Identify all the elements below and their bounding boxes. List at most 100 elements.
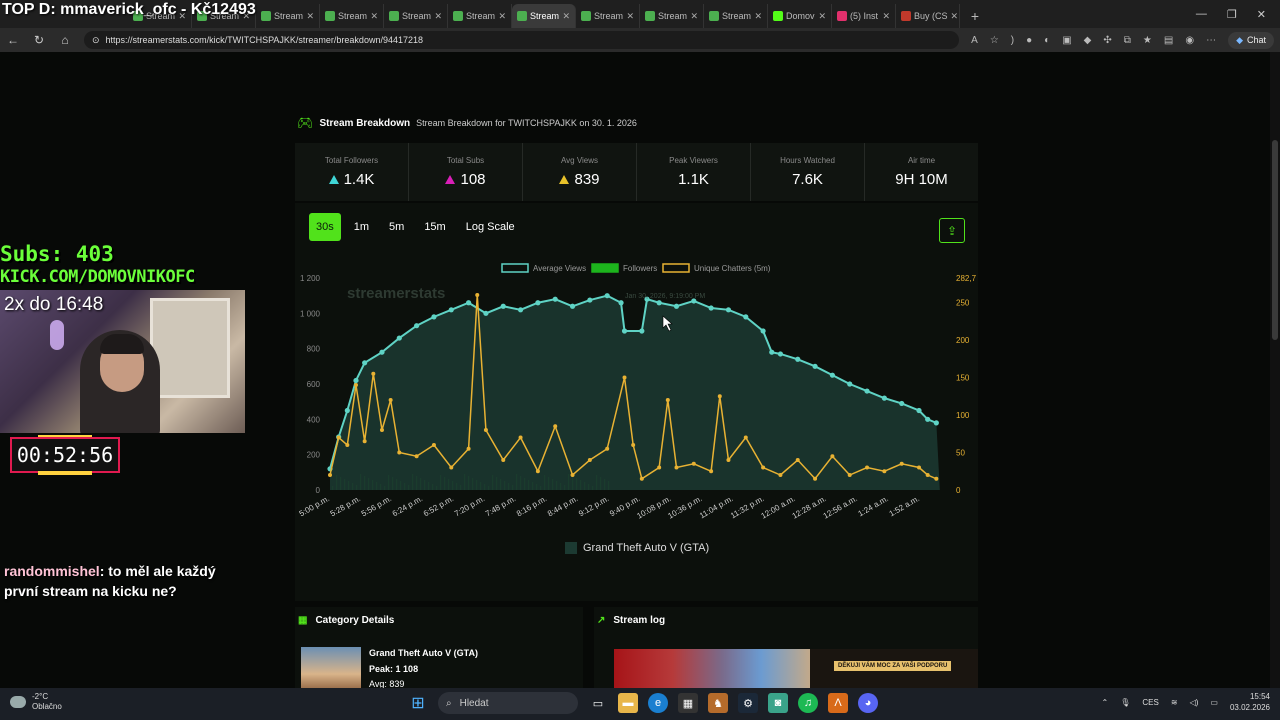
tab-close-icon[interactable]: ✕ [562, 11, 570, 22]
stream-log-banner[interactable] [614, 649, 810, 688]
category-legend[interactable]: Grand Theft Auto V (GTA) [565, 542, 709, 554]
windows-start-icon[interactable]: ⊞ [408, 693, 428, 713]
more-menu-icon[interactable]: ⋯ [1206, 35, 1216, 46]
browser-tab[interactable]: Stream ✕ [704, 4, 768, 28]
extension-icon[interactable]: ● [1026, 35, 1032, 46]
weather-desc: Oblačno [32, 702, 62, 711]
site-info-icon[interactable]: ⊙ [92, 35, 100, 46]
weather-temp: -2°C [32, 692, 49, 701]
collections-icon[interactable]: ▤ [1164, 35, 1173, 46]
extensions-puzzle-icon[interactable]: ✣ [1103, 35, 1111, 46]
app-icon[interactable]: ♞ [708, 693, 728, 713]
home-icon[interactable]: ⌂ [58, 33, 72, 47]
x-tick: 8:16 p.m. [515, 494, 548, 518]
refresh-icon[interactable]: ↻ [32, 33, 46, 47]
task-view-icon[interactable]: ▭ [588, 693, 608, 713]
time-button-log-scale[interactable]: Log Scale [459, 213, 522, 241]
webcam-overlay: 2x do 16:48 [0, 290, 245, 433]
tab-close-icon[interactable]: ✕ [626, 11, 634, 22]
language-indicator[interactable]: CES [1142, 698, 1158, 707]
tab-close-icon[interactable]: ✕ [690, 11, 698, 22]
discord-icon[interactable]: ◕ [858, 693, 878, 713]
app-icon[interactable]: ◙ [768, 693, 788, 713]
triangle-up-icon [559, 175, 570, 184]
views-point [353, 377, 359, 384]
extension-icon[interactable]: ◐ [1044, 35, 1050, 46]
browser-tab[interactable]: Stream ✕ [320, 4, 384, 28]
stat-card: Total Subs 108 [409, 143, 523, 201]
app-icon[interactable]: Λ [828, 693, 848, 713]
extension-icon[interactable]: ◆ [1084, 35, 1092, 46]
chatters-point [553, 424, 558, 429]
game-name[interactable]: Grand Theft Auto V (GTA) [369, 648, 478, 658]
clock[interactable]: 15:54 03.02.2026 [1230, 691, 1270, 713]
breakdown-title: Stream Breakdown [319, 117, 411, 129]
browser-tab[interactable]: Stream ✕ [256, 4, 320, 28]
tab-close-icon[interactable]: ✕ [498, 11, 506, 22]
favorites-icon[interactable]: ★ [1143, 35, 1152, 46]
browser-tab[interactable]: Stream ✕ [448, 4, 512, 28]
split-screen-icon[interactable]: ⧉ [1124, 35, 1131, 46]
close-window-icon[interactable]: ✕ [1257, 8, 1266, 21]
cloud-icon [10, 696, 26, 708]
browser-tab[interactable]: Stream ✕ [512, 4, 576, 28]
time-button-1m[interactable]: 1m [347, 213, 376, 241]
volume-icon[interactable]: ◁) [1190, 698, 1199, 707]
tab-close-icon[interactable]: ✕ [434, 11, 442, 22]
back-icon[interactable]: ← [6, 33, 20, 47]
viewers-chart[interactable]: Average Views Followers Unique Chatters (5… [295, 258, 978, 538]
browser-tab[interactable]: Stream ✕ [384, 4, 448, 28]
tab-close-icon[interactable]: ✕ [818, 11, 826, 22]
timer-bar-bottom [38, 471, 92, 475]
extension-icon[interactable]: ▣ [1062, 35, 1071, 46]
file-explorer-icon[interactable]: ▬ [618, 693, 638, 713]
scrollbar-thumb[interactable] [1272, 140, 1278, 340]
game-thumbnail[interactable] [301, 647, 361, 688]
chatters-point [726, 458, 731, 463]
taskbar-search[interactable]: ⌕ Hledat [438, 692, 578, 714]
tab-close-icon[interactable]: ✕ [306, 11, 314, 22]
weather-widget[interactable]: -2°C Oblačno [10, 692, 62, 712]
tray-chevron-icon[interactable]: ⌃ [1102, 698, 1109, 707]
spotify-icon[interactable]: ♫ [798, 693, 818, 713]
chatters-point [328, 473, 332, 478]
y-right-max: 282,7 [956, 274, 977, 283]
browser-tab[interactable]: (5) Inst ✕ [832, 4, 896, 28]
profile-avatar-icon[interactable]: ◉ [1185, 35, 1194, 46]
time-button-5m[interactable]: 5m [382, 213, 411, 241]
read-aloud-icon[interactable]: ) [1011, 35, 1014, 46]
browser-tab[interactable]: Buy (CS ✕ [896, 4, 960, 28]
tab-label: Stream [402, 11, 432, 21]
tab-label: Stream [466, 11, 496, 21]
tab-favicon-icon [709, 11, 719, 21]
browser-tab[interactable]: Domov ✕ [768, 4, 832, 28]
edge-browser-icon[interactable]: e [648, 693, 668, 713]
y-right-tick: 150 [956, 374, 970, 383]
favorite-star-icon[interactable]: ☆ [990, 35, 999, 46]
tab-close-icon[interactable]: ✕ [882, 11, 890, 22]
maximize-icon[interactable]: ❐ [1227, 8, 1237, 21]
translate-icon[interactable]: A [971, 35, 978, 46]
share-button[interactable]: ⇪ [939, 218, 965, 243]
x-tick: 5:56 p.m. [360, 494, 393, 518]
stat-label: Hours Watched [780, 156, 835, 165]
copilot-chat-button[interactable]: ◆ Chat [1228, 31, 1274, 49]
browser-tab[interactable]: Stream ✕ [576, 4, 640, 28]
browser-tab[interactable]: Stream ✕ [640, 4, 704, 28]
url-field[interactable]: ⊙ https://streamerstats.com/kick/TWITCHS… [84, 31, 960, 49]
tab-close-icon[interactable]: ✕ [754, 11, 762, 22]
tab-close-icon[interactable]: ✕ [370, 11, 378, 22]
minimize-icon[interactable]: — [1196, 8, 1207, 21]
tab-close-icon[interactable]: ✕ [951, 11, 959, 22]
y-left-tick: 600 [307, 380, 321, 389]
wifi-icon[interactable]: ≋ [1171, 698, 1178, 707]
time-button-30s[interactable]: 30s [309, 213, 341, 241]
steam-icon[interactable]: ⚙ [738, 693, 758, 713]
time-button-15m[interactable]: 15m [417, 213, 452, 241]
new-tab-button[interactable]: + [960, 4, 990, 28]
chatters-point [449, 465, 454, 470]
microphone-icon[interactable]: 🎙︎ [1120, 698, 1130, 707]
battery-icon[interactable]: ▭ [1210, 698, 1218, 707]
legend-label: Followers [623, 264, 657, 273]
store-icon[interactable]: ▦ [678, 693, 698, 713]
